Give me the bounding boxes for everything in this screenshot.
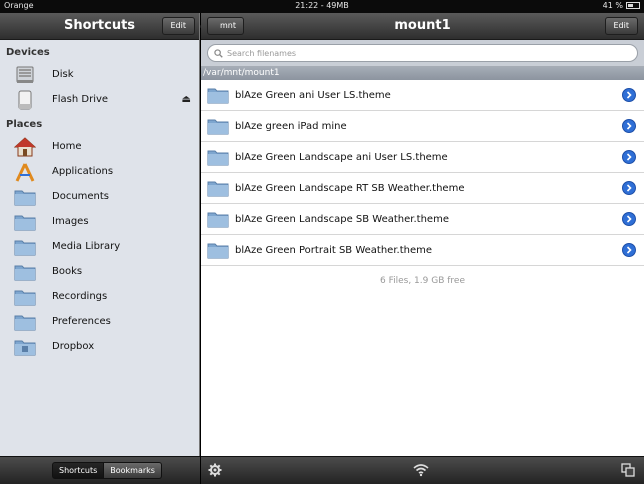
- sidebar-item-documents[interactable]: Documents: [0, 184, 199, 209]
- file-name: blAze Green Landscape SB Weather.theme: [235, 213, 449, 225]
- sidebar-item-label: Recordings: [52, 291, 108, 302]
- search-placeholder: Search filenames: [227, 48, 297, 58]
- sidebar-header: Shortcuts Edit: [0, 13, 199, 40]
- sidebar-item-applications[interactable]: Applications: [0, 159, 199, 184]
- file-name: blAze Green Landscape ani User LS.theme: [235, 151, 448, 163]
- page-title: mount1: [394, 18, 451, 33]
- status-bar: Orange 21:22 - 49MB 41 %: [0, 0, 644, 13]
- file-name: blAze Green Portrait SB Weather.theme: [235, 244, 433, 256]
- folder-icon: [14, 340, 36, 355]
- sidebar-item-label: Flash Drive: [52, 94, 109, 105]
- sidebar-item-home[interactable]: Home: [0, 134, 199, 159]
- folder-icon: [14, 190, 36, 205]
- search-bar: Search filenames: [201, 40, 644, 67]
- wifi-icon[interactable]: [413, 463, 429, 477]
- folder-icon: [14, 240, 36, 255]
- home-icon: [14, 136, 36, 156]
- disclosure-icon[interactable]: [622, 243, 636, 257]
- tab-shortcuts[interactable]: Shortcuts: [52, 462, 105, 479]
- disclosure-icon[interactable]: [622, 119, 636, 133]
- folder-icon: [207, 212, 229, 228]
- sidebar-item-label: Disk: [52, 69, 74, 80]
- sidebar-item-recordings[interactable]: Recordings: [0, 284, 199, 309]
- folder-icon: [207, 150, 229, 166]
- file-name: blAze green iPad mine: [235, 120, 347, 132]
- folder-icon: [14, 215, 36, 230]
- sidebar-segmented-control: Shortcuts Bookmarks: [52, 462, 162, 479]
- folder-icon: [207, 119, 229, 135]
- sidebar-footer: Shortcuts Bookmarks: [0, 456, 200, 484]
- eject-icon[interactable]: ⏏: [182, 94, 191, 105]
- path-bar: /var/mnt/mount1: [201, 67, 644, 80]
- search-icon: [214, 48, 223, 58]
- file-row[interactable]: blAze Green Landscape ani User LS.theme: [201, 142, 644, 173]
- disclosure-icon[interactable]: [622, 150, 636, 164]
- gear-icon[interactable]: [208, 463, 222, 477]
- disclosure-icon[interactable]: [622, 88, 636, 102]
- file-name: blAze Green Landscape RT SB Weather.them…: [235, 182, 465, 194]
- sidebar: Shortcuts Edit Devices Disk Flash Drive …: [0, 13, 200, 484]
- main-footer: [201, 456, 644, 484]
- file-row[interactable]: blAze Green Landscape SB Weather.theme: [201, 204, 644, 235]
- search-input[interactable]: Search filenames: [207, 44, 638, 62]
- sidebar-item-label: Media Library: [52, 241, 121, 252]
- main-header: mnt mount1 Edit: [201, 13, 644, 40]
- sidebar-item-disk[interactable]: Disk: [0, 62, 199, 87]
- disk-icon: [16, 66, 34, 83]
- copy-icon[interactable]: [621, 463, 635, 477]
- sidebar-item-label: Applications: [52, 166, 114, 177]
- sidebar-item-label: Preferences: [52, 316, 111, 327]
- sidebar-edit-button[interactable]: Edit: [161, 17, 195, 35]
- sidebar-item-label: Dropbox: [52, 341, 95, 352]
- tab-bookmarks[interactable]: Bookmarks: [104, 462, 162, 479]
- battery-indicator: 41 %: [603, 1, 640, 10]
- file-row[interactable]: blAze Green ani User LS.theme: [201, 80, 644, 111]
- battery-label: 41 %: [602, 1, 623, 10]
- folder-icon: [14, 290, 36, 305]
- file-summary: 6 Files, 1.9 GB free: [380, 276, 465, 286]
- file-list: blAze Green ani User LS.theme blAze gree…: [201, 80, 644, 266]
- file-row[interactable]: blAze Green Landscape RT SB Weather.them…: [201, 173, 644, 204]
- sidebar-item-books[interactable]: Books: [0, 259, 199, 284]
- sidebar-item-preferences[interactable]: Preferences: [0, 309, 199, 334]
- sidebar-item-label: Images: [52, 216, 89, 227]
- file-row[interactable]: blAze Green Portrait SB Weather.theme: [201, 235, 644, 266]
- places-heading: Places: [6, 119, 43, 130]
- sidebar-item-label: Home: [52, 141, 82, 152]
- devices-heading: Devices: [6, 47, 50, 58]
- folder-icon: [207, 88, 229, 104]
- sidebar-item-label: Documents: [52, 191, 110, 202]
- status-time: 21:22 - 49MB: [295, 1, 349, 10]
- folder-icon: [207, 181, 229, 197]
- sidebar-item-media-library[interactable]: Media Library: [0, 234, 199, 259]
- file-row[interactable]: blAze green iPad mine: [201, 111, 644, 142]
- disclosure-icon[interactable]: [622, 181, 636, 195]
- folder-icon: [14, 265, 36, 280]
- battery-icon: [626, 2, 640, 9]
- flash-drive-icon: [18, 90, 32, 109]
- applications-icon: [15, 162, 35, 182]
- sidebar-item-dropbox[interactable]: Dropbox: [0, 334, 199, 359]
- main-panel: mnt mount1 Edit Search filenames /var/mn…: [201, 13, 644, 484]
- main-edit-button[interactable]: Edit: [604, 17, 638, 35]
- folder-icon: [207, 243, 229, 259]
- sidebar-item-images[interactable]: Images: [0, 209, 199, 234]
- sidebar-item-flash-drive[interactable]: Flash Drive ⏏: [0, 87, 199, 112]
- file-name: blAze Green ani User LS.theme: [235, 89, 391, 101]
- folder-icon: [14, 315, 36, 330]
- sidebar-item-label: Books: [52, 266, 83, 277]
- disclosure-icon[interactable]: [622, 212, 636, 226]
